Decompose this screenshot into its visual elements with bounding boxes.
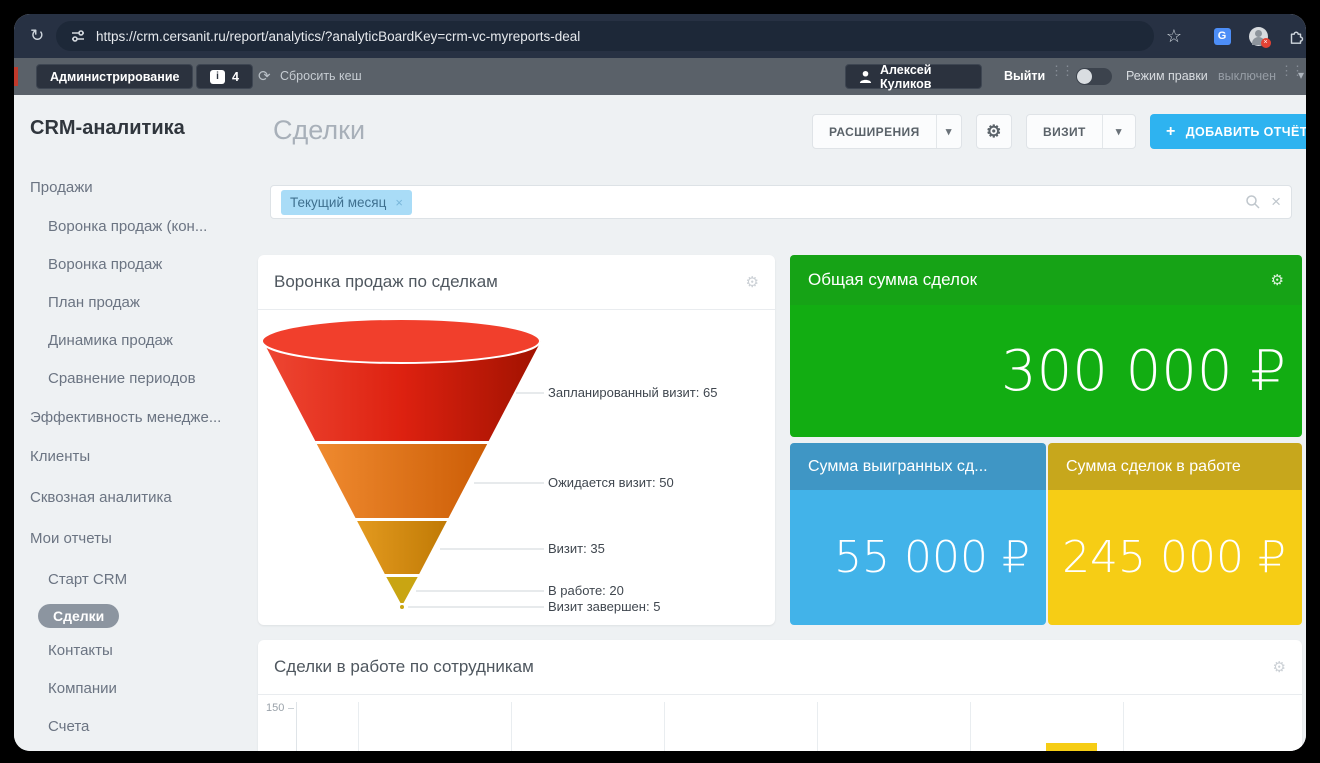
sidebar-item-sales-funnel-conversion[interactable]: Воронка продаж (кон... [48,218,207,235]
y-axis-tick [288,708,294,709]
filter-search-input[interactable]: Текущий месяц × × [270,185,1292,219]
drag-handle-icon[interactable]: ⋮⋮ [1280,66,1292,76]
chevron-down-icon[interactable]: ▾ [936,115,961,148]
reset-cache-button[interactable]: Сбросить кеш [280,69,362,83]
chevron-down-icon[interactable]: ▾ [1102,115,1135,148]
sidebar-title: CRM-аналитика [30,117,185,140]
info-icon: i [210,70,225,84]
administration-button[interactable]: Администрирование [36,64,193,89]
funnel-stage-label: Визит завершен: 5 [548,599,660,614]
plus-icon: + [1166,123,1176,141]
sidebar-item-manager-efficiency[interactable]: Эффективность менедже... [30,409,221,426]
kpi-value: 55 000 ₽ [790,490,1046,625]
edit-mode-state: выключен [1218,69,1276,83]
address-bar[interactable]: https://crm.cersanit.ru/report/analytics… [56,21,1154,51]
kpi-title: Сумма сделок в работе [1066,458,1241,476]
sidebar-item-sales-plan[interactable]: План продаж [48,294,140,311]
kpi-card-deals-in-progress: Сумма сделок в работе 245 000 ₽ [1048,443,1302,625]
kpi-value: 300 000 ₽ [790,305,1302,437]
browser-toolbar: ↻ https://crm.cersanit.ru/report/analyti… [14,14,1306,58]
y-axis-line [296,702,297,751]
browser-window: ↻ https://crm.cersanit.ru/report/analyti… [14,14,1306,751]
gridline [817,702,818,751]
avatar-error-badge: × [1261,38,1271,48]
funnel-chart [258,310,775,620]
sidebar-item-start-crm[interactable]: Старт CRM [48,571,127,588]
sidebar-item-sales-funnel[interactable]: Воронка продаж [48,256,162,273]
page-title: Сделки [273,115,365,146]
drag-handle-icon[interactable]: ⋮⋮ [1050,66,1062,76]
funnel-stage-label: Ожидается визит: 50 [548,475,674,490]
sidebar-item-clients[interactable]: Клиенты [30,448,90,465]
profile-avatar-icon[interactable]: × [1248,26,1268,46]
gear-icon[interactable]: ⚙ [1273,658,1286,676]
admin-toolbar: Администрирование i 4 ⟳ Сбросить кеш Але… [14,58,1306,95]
sidebar-item-sales-dynamics[interactable]: Динамика продаж [48,332,173,349]
gridline [358,702,359,751]
translate-icon[interactable]: G [1212,26,1232,46]
sidebar-item-period-comparison[interactable]: Сравнение периодов [48,370,196,387]
sidebar-item-my-reports[interactable]: Мои отчеты [30,530,112,547]
url-text[interactable]: https://crm.cersanit.ru/report/analytics… [96,29,580,44]
search-icon[interactable] [1245,194,1261,210]
user-name: Алексей Куликов [880,63,968,91]
edit-mode-label: Режим правки [1126,69,1208,83]
filter-tag-current-month[interactable]: Текущий месяц × [281,190,412,215]
refresh-icon[interactable]: ⟳ [258,67,271,85]
crm-analytics-app: CRM-аналитика Продажи Воронка продаж (ко… [14,95,1306,751]
card-title: Воронка продаж по сделкам [274,272,498,292]
kpi-title: Сумма выигранных сд... [808,458,988,476]
funnel-stage-label: Визит: 35 [548,541,605,556]
current-user-button[interactable]: Алексей Куликов [845,64,982,89]
sidebar-item-invoices[interactable]: Счета [48,718,89,735]
site-settings-icon[interactable] [70,28,86,44]
extensions-puzzle-icon[interactable] [1286,26,1306,46]
bar-yellow-partial [1046,743,1097,751]
board-settings-button[interactable]: ⚙ [976,114,1012,149]
notification-count: 4 [232,70,239,84]
logout-link[interactable]: Выйти [1004,69,1045,83]
sidebar-item-sales[interactable]: Продажи [30,179,93,196]
visit-button[interactable]: ВИЗИТ ▾ [1026,114,1136,149]
gear-icon[interactable]: ⚙ [746,273,759,291]
notifications-button[interactable]: i 4 [196,64,253,89]
sidebar-item-deals-selected[interactable]: Сделки [38,604,119,628]
bar-chart-card: Сделки в работе по сотрудникам ⚙ 150 [258,640,1302,751]
add-report-button[interactable]: + ДОБАВИТЬ ОТЧЁТ [1150,114,1306,149]
remove-tag-icon[interactable]: × [395,195,403,210]
gridline [970,702,971,751]
funnel-chart-card: Воронка продаж по сделкам ⚙ [258,255,775,625]
gear-icon[interactable]: ⚙ [1271,271,1284,289]
funnel-stage-label: Запланированный визит: 65 [548,385,717,400]
kpi-title: Общая сумма сделок [808,270,977,290]
extensions-button[interactable]: РАСШИРЕНИЯ ▾ [812,114,962,149]
sidebar-item-end-to-end-analytics[interactable]: Сквозная аналитика [30,489,172,506]
edit-mode-toggle[interactable] [1076,68,1112,85]
sidebar-item-companies[interactable]: Компании [48,680,117,697]
gridline [1123,702,1124,751]
user-icon [859,70,872,84]
chevron-down-icon[interactable]: ▾ [1298,68,1304,82]
y-axis-tick-label: 150 [266,702,284,714]
cut-off-element [14,67,18,86]
funnel-stage-label: В работе: 20 [548,583,624,598]
clear-filter-icon[interactable]: × [1271,192,1281,212]
kpi-card-won-deals: Сумма выигранных сд... 55 000 ₽ [790,443,1046,625]
reload-icon[interactable]: ↻ [30,26,44,46]
gridline [511,702,512,751]
sidebar-item-contacts[interactable]: Контакты [48,642,113,659]
kpi-card-total-deals: Общая сумма сделок ⚙ 300 000 ₽ [790,255,1302,437]
gridline [664,702,665,751]
kpi-value: 245 000 ₽ [1048,490,1302,625]
bookmark-star-icon[interactable]: ☆ [1164,26,1184,46]
card-title: Сделки в работе по сотрудникам [274,657,534,677]
